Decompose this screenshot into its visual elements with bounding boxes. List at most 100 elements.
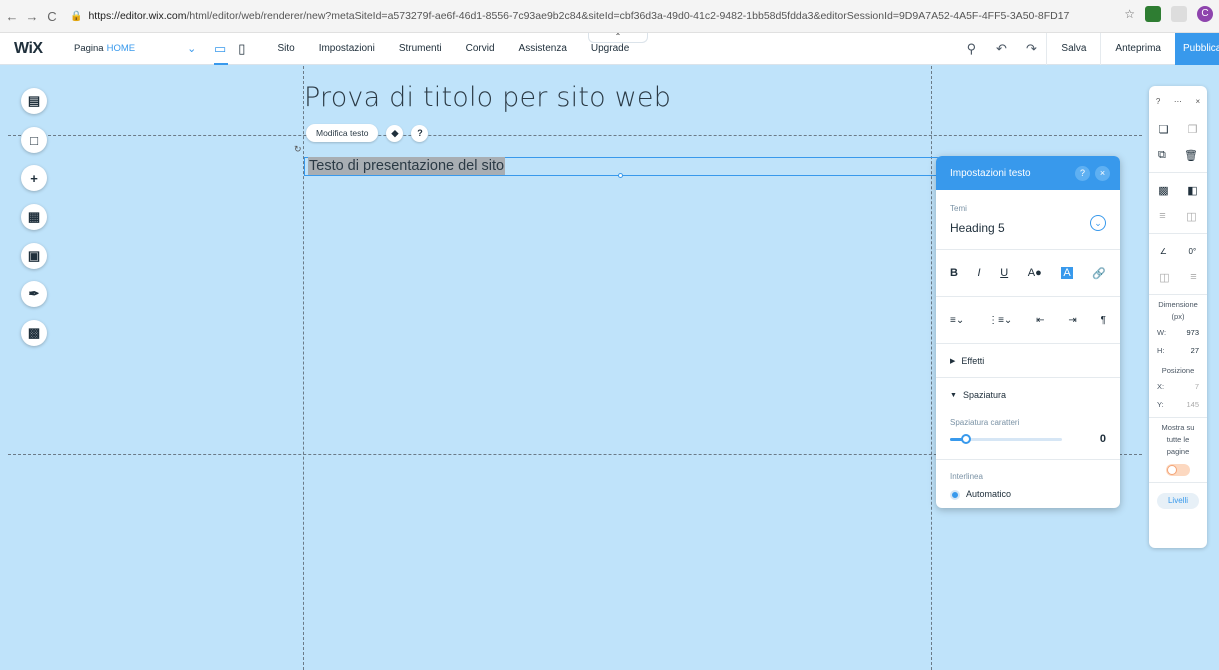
media-button[interactable]: ▣ <box>21 243 47 269</box>
underline-button[interactable]: U <box>1000 267 1008 279</box>
add-button[interactable]: + <box>21 165 47 191</box>
menu-item-assistenza[interactable]: Assistenza <box>519 43 567 54</box>
x-value[interactable]: 7 <box>1195 382 1199 391</box>
char-spacing-slider[interactable]: 0 <box>950 433 1106 445</box>
menu-item-corvid[interactable]: Corvid <box>466 43 495 54</box>
apps-button[interactable]: ▦ <box>21 204 47 230</box>
background-button[interactable]: □ <box>21 127 47 153</box>
close-button[interactable]: × <box>1095 166 1110 181</box>
preview-button[interactable]: Anteprima <box>1100 33 1175 65</box>
bullets-icon[interactable]: ⋮≡⌄ <box>988 315 1012 326</box>
text-direction-icon[interactable]: ¶ <box>1101 315 1106 326</box>
delete-icon[interactable]: 🗑 <box>1184 149 1198 162</box>
business-button[interactable]: ▩ <box>21 320 47 346</box>
media-icon: ▣ <box>27 248 41 263</box>
indent-decrease-icon[interactable]: ⇤ <box>1036 315 1044 326</box>
bring-forward-icon[interactable]: ▩ <box>1158 184 1168 197</box>
forward-icon[interactable]: → <box>24 9 40 24</box>
redo-icon[interactable]: ↷ <box>1016 41 1046 57</box>
slider-knob[interactable] <box>961 434 972 444</box>
menu-item-sito[interactable]: Sito <box>277 43 294 54</box>
bold-button[interactable]: B <box>950 267 958 279</box>
back-icon[interactable]: ← <box>4 9 20 24</box>
publish-button[interactable]: Pubblica <box>1175 33 1219 65</box>
distribute-icon[interactable]: ≡ <box>1159 210 1165 222</box>
drag-handle-icon[interactable]: ⋯ <box>1174 97 1182 106</box>
paste-icon[interactable]: ❐ <box>1188 123 1198 136</box>
chevron-down-icon[interactable]: ⌄ <box>1090 215 1106 231</box>
background-icon: □ <box>30 132 38 148</box>
help-icon[interactable]: ? <box>1156 97 1160 106</box>
menu-item-strumenti[interactable]: Strumenti <box>399 43 442 54</box>
height-value[interactable]: 27 <box>1191 346 1199 355</box>
show-all-pages-toggle[interactable] <box>1166 464 1190 476</box>
mobile-icon[interactable]: ▯ <box>238 41 245 57</box>
menus-pages-button[interactable]: ▤ <box>21 88 47 114</box>
site-title[interactable]: Prova di titolo per sito web <box>304 82 671 113</box>
char-spacing-label: Spaziatura caratteri <box>950 418 1020 427</box>
page-value: HOME <box>106 43 136 54</box>
position-label: Posizione <box>1161 366 1195 375</box>
layers-button[interactable]: Livelli <box>1157 493 1199 509</box>
width-value[interactable]: 973 <box>1186 328 1199 337</box>
help-icon[interactable]: ? <box>411 124 429 142</box>
extension-icon-2[interactable] <box>1171 6 1187 22</box>
text-element-toolbar: Modifica testo ◆ ? <box>306 124 429 142</box>
indent-increase-icon[interactable]: ⇥ <box>1068 315 1076 326</box>
animation-icon[interactable]: ◆ <box>386 124 404 142</box>
align-icon[interactable]: ◧ <box>1187 184 1197 197</box>
business-icon: ▩ <box>27 325 41 340</box>
star-icon[interactable]: ☆ <box>1124 7 1135 21</box>
text-color-icon[interactable]: A● <box>1028 267 1042 279</box>
match-size-icon[interactable]: ◫ <box>1186 210 1196 223</box>
pages-icon: ▤ <box>27 93 41 108</box>
y-value[interactable]: 145 <box>1186 400 1199 409</box>
char-spacing-value[interactable]: 0 <box>1100 433 1106 445</box>
collapse-topbar-tab[interactable]: ⌃ <box>588 33 648 43</box>
rotate-icon[interactable]: ∠ <box>1160 247 1167 256</box>
menu-item-upgrade[interactable]: Upgrade <box>591 43 629 54</box>
resize-handle[interactable] <box>618 173 623 178</box>
flip-vertical-icon[interactable]: ≡ <box>1190 271 1196 283</box>
spacing-header[interactable]: ▼ Spaziatura <box>950 378 1106 412</box>
theme-dropdown[interactable]: Heading 5 <box>950 221 1106 235</box>
effects-section[interactable]: ▶ Effetti <box>936 344 1120 378</box>
align-left-icon[interactable]: ≡⌄ <box>950 315 964 326</box>
edit-text-button[interactable]: Modifica testo <box>306 124 379 142</box>
line-height-option[interactable]: Automatico <box>950 489 1106 500</box>
address-bar[interactable]: 🔒 https://editor.wix.com/html/editor/web… <box>70 10 1070 22</box>
active-device-indicator <box>214 62 228 65</box>
pen-icon: ✒ <box>28 286 40 301</box>
save-button[interactable]: Salva <box>1046 33 1100 65</box>
alignment-section: ≡⌄ ⋮≡⌄ ⇤ ⇥ ¶ <box>936 297 1120 344</box>
zoom-icon[interactable]: ⚲ <box>956 41 986 57</box>
wix-logo[interactable]: WiX <box>14 40 74 58</box>
desktop-icon[interactable]: ▭ <box>214 41 226 57</box>
extension-icon[interactable] <box>1145 6 1161 22</box>
duplicate-icon[interactable]: ⧉ <box>1158 149 1166 162</box>
help-button[interactable]: ? <box>1075 166 1090 181</box>
avatar[interactable]: C <box>1197 6 1213 22</box>
reload-icon[interactable]: C <box>44 9 60 24</box>
copy-icon[interactable]: ❏ <box>1159 123 1169 136</box>
selected-text[interactable]: Testo di presentazione del sito <box>308 157 506 175</box>
italic-button[interactable]: I <box>978 267 981 279</box>
page-selector[interactable]: Pagina HOME ⌄ <box>74 42 196 55</box>
show-all-pages-label: Mostra su tutte le pagine <box>1161 423 1195 456</box>
rotation-value[interactable]: 0° <box>1189 247 1197 256</box>
rotate-handle-icon[interactable]: ↻ <box>294 144 302 155</box>
undo-icon[interactable]: ↶ <box>986 41 1016 57</box>
highlight-icon[interactable]: A <box>1061 267 1073 279</box>
menu-item-impostazioni[interactable]: Impostazioni <box>319 43 375 54</box>
themes-label: Temi <box>950 204 967 213</box>
radio-selected[interactable] <box>950 489 960 500</box>
width-label: W: <box>1157 327 1167 337</box>
format-section: B I U A● A 🔗 <box>936 250 1120 297</box>
blog-button[interactable]: ✒ <box>21 281 47 307</box>
close-icon[interactable]: × <box>1196 97 1201 106</box>
link-icon[interactable]: 🔗 <box>1092 267 1106 280</box>
spacing-label: Spaziatura <box>962 390 1006 400</box>
main-menu: Sito Impostazioni Strumenti Corvid Assis… <box>277 43 629 54</box>
line-height-section: Interlinea Automatico <box>936 459 1120 500</box>
flip-horizontal-icon[interactable]: ◫ <box>1159 271 1169 284</box>
